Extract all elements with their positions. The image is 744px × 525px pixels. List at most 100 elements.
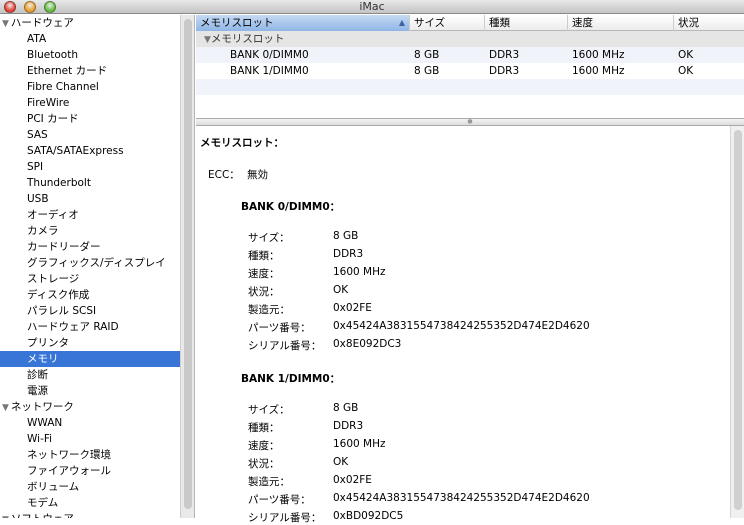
sidebar-item-label: ファイアウォール	[27, 465, 111, 477]
cell-slot: BANK 1/DIMM0	[230, 65, 309, 77]
sidebar-item-label: パラレル SCSI	[27, 305, 97, 317]
disclosure-triangle-icon[interactable]: ▼	[204, 35, 211, 45]
table-row[interactable]: BANK 1/DIMM0 8 GB DDR3 1600 MHz OK	[196, 63, 744, 79]
field-label: サイズ：	[248, 404, 290, 416]
sidebar-item-label: メモリ	[27, 353, 59, 365]
sidebar-item[interactable]: SATA/SATAExpress	[0, 143, 180, 159]
table-group-row[interactable]: ▼メモリスロット	[196, 31, 744, 47]
close-button[interactable]	[4, 1, 16, 13]
detail-scrollbar[interactable]	[730, 126, 744, 518]
sidebar-item[interactable]: SPI	[0, 159, 180, 175]
field-label: サイズ：	[248, 232, 290, 244]
field-label: 種類：	[248, 250, 280, 262]
sidebar-item[interactable]: カードリーダー	[0, 239, 180, 255]
sidebar-item[interactable]: グラフィックス/ディスプレイ	[0, 255, 180, 271]
sidebar-item[interactable]: Ethernet カード	[0, 63, 180, 79]
table-header: メモリスロット ▲ サイズ 種類 速度 状況	[196, 15, 744, 31]
cell-slot: BANK 0/DIMM0	[230, 49, 309, 61]
sidebar-item-label: 診断	[27, 369, 48, 381]
sidebar-item[interactable]: モデム	[0, 495, 180, 511]
sidebar-item[interactable]: Fibre Channel	[0, 79, 180, 95]
sidebar-category[interactable]: ▼ソフトウェア	[0, 511, 180, 518]
sidebar-item-label: FireWire	[27, 97, 70, 109]
column-label: メモリスロット	[200, 17, 274, 29]
cell-status: OK	[678, 65, 694, 77]
sidebar-item-label: ハードウェア	[10, 17, 74, 29]
sidebar-item[interactable]: メモリ	[0, 351, 180, 367]
cell-speed: 1600 MHz	[572, 65, 625, 77]
empty-row	[196, 95, 744, 111]
sidebar-item-label: カメラ	[27, 225, 59, 237]
sidebar-item-label: 電源	[27, 385, 48, 397]
sidebar-item-label: SATA/SATAExpress	[27, 145, 124, 157]
window-title: iMac	[359, 0, 385, 13]
sidebar-item-label: ハードウェア RAID	[27, 321, 119, 333]
sidebar-item-label: オーディオ	[27, 209, 79, 221]
sidebar-item[interactable]: ファイアウォール	[0, 463, 180, 479]
sidebar-item[interactable]: PCI カード	[0, 111, 180, 127]
sidebar-item[interactable]: WWAN	[0, 415, 180, 431]
sidebar-item[interactable]: カメラ	[0, 223, 180, 239]
sidebar-item[interactable]: Thunderbolt	[0, 175, 180, 191]
field-value: 1600 MHz	[333, 266, 386, 278]
sidebar-item-label: Fibre Channel	[27, 81, 99, 93]
column-header-type[interactable]: 種類	[485, 15, 568, 31]
split-view-divider[interactable]: ●	[196, 118, 744, 126]
cell-type: DDR3	[489, 65, 520, 77]
sidebar-item[interactable]: USB	[0, 191, 180, 207]
cell-status: OK	[678, 49, 694, 61]
field-value: 1600 MHz	[333, 438, 386, 450]
sidebar-item-label: SAS	[27, 129, 48, 141]
sidebar-item-label: ネットワーク	[10, 401, 74, 413]
minimize-button[interactable]	[24, 1, 36, 13]
detail-pane: メモリスロット： ECC： 無効 BANK 0/DIMM0： サイズ： 8 GB 種類…	[196, 126, 744, 524]
sidebar-item[interactable]: プリンタ	[0, 335, 180, 351]
sidebar-item[interactable]: パラレル SCSI	[0, 303, 180, 319]
sidebar-scrollbar[interactable]	[180, 15, 195, 518]
sidebar-item[interactable]: Wi-Fi	[0, 431, 180, 447]
field-value: 0xBD092DC5	[333, 510, 404, 522]
sidebar-item[interactable]: ネットワーク環境	[0, 447, 180, 463]
field-value: OK	[333, 456, 349, 468]
sidebar-item[interactable]: FireWire	[0, 95, 180, 111]
sidebar-item-label: ATA	[27, 33, 47, 45]
sidebar-item-label: ディスク作成	[27, 289, 90, 301]
column-header-slot[interactable]: メモリスロット ▲	[196, 15, 410, 31]
disclosure-triangle-icon[interactable]: ▼	[2, 19, 9, 29]
sidebar-item-label: カードリーダー	[27, 241, 101, 253]
column-header-size[interactable]: サイズ	[410, 15, 485, 31]
table-body: ▼メモリスロット BANK 0/DIMM0 8 GB DDR3 1600 MHz OK B…	[196, 31, 744, 118]
column-header-status[interactable]: 状況	[674, 15, 744, 31]
sidebar-item[interactable]: ハードウェア RAID	[0, 319, 180, 335]
field-value: 0x8E092DC3	[333, 338, 402, 350]
field-value: OK	[333, 284, 349, 296]
sidebar-item[interactable]: SAS	[0, 127, 180, 143]
ecc-value: 無効	[247, 169, 268, 181]
ecc-label: ECC：	[208, 169, 240, 181]
cell-speed: 1600 MHz	[572, 49, 625, 61]
column-header-speed[interactable]: 速度	[568, 15, 674, 31]
sidebar-category[interactable]: ▼ ハードウェア	[0, 15, 180, 31]
sidebar-item[interactable]: ストレージ	[0, 271, 180, 287]
bank-title: BANK 1/DIMM0：	[241, 373, 341, 385]
disclosure-triangle-icon[interactable]: ▼	[2, 403, 9, 413]
sidebar-item[interactable]: 診断	[0, 367, 180, 383]
sidebar-item[interactable]: ATA	[0, 31, 180, 47]
sidebar-item[interactable]: Bluetooth	[0, 47, 180, 63]
sidebar-item[interactable]: ディスク作成	[0, 287, 180, 303]
zoom-button[interactable]	[44, 1, 56, 13]
table-row[interactable]: BANK 0/DIMM0 8 GB DDR3 1600 MHz OK	[196, 47, 744, 63]
sidebar-item[interactable]: 電源	[0, 383, 180, 399]
scrollbar-thumb[interactable]	[184, 19, 192, 509]
sidebar-item[interactable]: ボリューム	[0, 479, 180, 495]
sidebar-item-label: ソフトウェア	[11, 513, 74, 518]
sidebar-item-label: モデム	[27, 497, 59, 509]
scrollbar-thumb[interactable]	[734, 130, 742, 510]
cell-size: 8 GB	[414, 65, 440, 77]
detail-heading: メモリスロット：	[200, 137, 284, 149]
sidebar-category[interactable]: ▼ ネットワーク	[0, 399, 180, 415]
sidebar-item[interactable]: オーディオ	[0, 207, 180, 223]
field-label: 製造元：	[248, 304, 290, 316]
field-label: 種類：	[248, 422, 280, 434]
field-value: 0x02FE	[333, 474, 372, 486]
